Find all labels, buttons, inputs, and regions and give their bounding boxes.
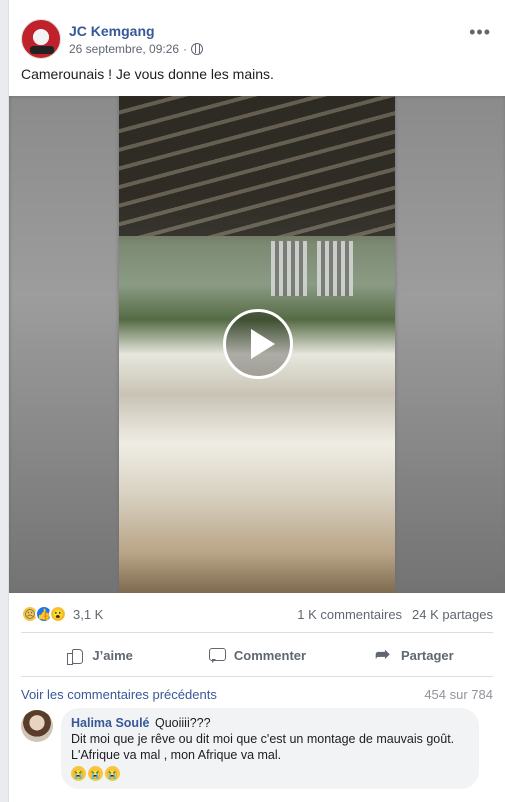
video-blur-left — [9, 96, 119, 593]
post-meta: 26 septembre, 09:26 · — [69, 42, 204, 56]
like-button[interactable]: J’aime — [21, 638, 178, 672]
comment-button[interactable]: Commenter — [178, 638, 335, 672]
comment-text-line: Dit moi que je rêve ou dit moi que c'est… — [71, 732, 455, 746]
comments-header: Voir les commentaires précédents 454 sur… — [21, 687, 493, 702]
author-avatar[interactable] — [21, 19, 61, 59]
share-button[interactable]: Partager — [336, 638, 493, 672]
crying-emoji-icon: 😭 — [105, 766, 120, 781]
comments-page-count: 454 sur 784 — [424, 687, 493, 702]
comments-count[interactable]: 1 K commentaires — [297, 607, 402, 622]
comment-text-line: Quoiiii??? — [154, 716, 211, 730]
crying-emoji-icon: 😭 — [71, 766, 86, 781]
share-icon — [375, 644, 393, 665]
post-header: JC Kemgang 26 septembre, 09:26 · ••• — [21, 14, 491, 60]
comment-icon — [208, 646, 226, 664]
reactions-summary[interactable]: ☹ 👍 😮 3,1 K — [21, 605, 103, 623]
share-label: Partager — [400, 647, 454, 663]
post-card: JC Kemgang 26 septembre, 09:26 · ••• Cam… — [8, 0, 505, 802]
engagement-stats: ☹ 👍 😮 3,1 K 1 K commentaires 24 K partag… — [21, 602, 493, 626]
comment-bubble: Halima Soulé Quoiiii??? Dit moi que je r… — [61, 708, 479, 789]
commenter-avatar[interactable] — [21, 710, 53, 742]
divider — [21, 632, 493, 633]
view-previous-comments-link[interactable]: Voir les commentaires précédents — [21, 687, 217, 702]
crying-emoji-icon: 😭 — [88, 766, 103, 781]
video-blur-right — [395, 96, 505, 593]
thumbs-up-icon — [66, 646, 84, 665]
video-ceiling — [119, 96, 395, 236]
post-text: Camerounais ! Je vous donne les mains. — [21, 66, 274, 82]
action-bar: J’aime Commenter Partager — [21, 638, 493, 672]
like-label: J’aime — [92, 647, 133, 663]
play-icon[interactable] — [223, 309, 293, 379]
author-name[interactable]: JC Kemgang — [69, 23, 155, 39]
comment-label: Commenter — [233, 647, 307, 663]
divider — [21, 676, 493, 677]
wow-reaction-icon: 😮 — [49, 605, 67, 623]
globe-icon[interactable] — [191, 43, 204, 55]
comment-text-line: L'Afrique va mal , mon Afrique va mal. — [71, 748, 282, 762]
reaction-count[interactable]: 3,1 K — [73, 607, 103, 622]
more-options-icon[interactable]: ••• — [469, 22, 491, 43]
post-timestamp[interactable]: 26 septembre, 09:26 — [69, 42, 179, 56]
top-strip — [9, 0, 505, 6]
video-player[interactable] — [9, 96, 505, 593]
video-window — [317, 241, 353, 296]
comment-emojis: 😭 😭 😭 — [71, 766, 467, 781]
video-window — [271, 241, 307, 296]
shares-count[interactable]: 24 K partages — [412, 607, 493, 622]
commenter-name[interactable]: Halima Soulé — [71, 716, 150, 730]
